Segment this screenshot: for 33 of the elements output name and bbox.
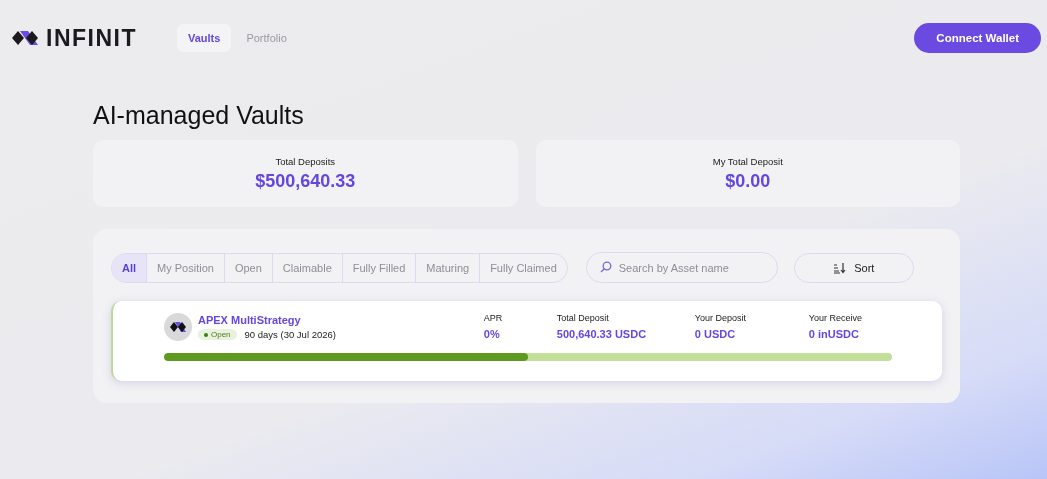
stat-value: $500,640.33 bbox=[255, 170, 356, 192]
metric-label: APR bbox=[483, 313, 504, 323]
filter-tab[interactable]: All bbox=[112, 253, 147, 282]
metric-label: Your Deposit bbox=[694, 313, 747, 323]
metric-label: Total Deposit bbox=[556, 313, 610, 323]
metric-value: 500,640.33 USDC bbox=[556, 328, 648, 340]
logo-icon bbox=[10, 28, 40, 48]
stat-label: Total Deposits bbox=[275, 155, 336, 167]
metric-label: Your Receive bbox=[808, 313, 862, 323]
status-badge: Open bbox=[198, 329, 237, 340]
filter-tab[interactable]: Open bbox=[223, 253, 272, 282]
search-field[interactable]: Search by Asset name bbox=[585, 252, 778, 283]
search-icon bbox=[599, 261, 612, 273]
vault-name: APEX MultiStrategy bbox=[198, 314, 302, 326]
vault-term: 90 days (30 Jul 2026) bbox=[244, 329, 336, 340]
filter-tab[interactable]: My Position bbox=[146, 253, 224, 282]
stat-value: $0.00 bbox=[725, 170, 771, 192]
vault-card[interactable]: APEX MultiStrategy Open 90 days (30 Jul 2026) APR 0% Total Deposit 500,640.33 USDC Your Deposit 0 USDC Your Receive 0 inUSDC bbox=[111, 301, 942, 381]
filter-tab[interactable]: Fully Claimed bbox=[479, 253, 567, 282]
nav-tab[interactable]: Vaults bbox=[177, 24, 232, 52]
vault-logo-icon bbox=[164, 313, 192, 341]
sort-icon bbox=[833, 261, 847, 274]
page-title: AI-managed Vaults bbox=[93, 101, 305, 130]
filter-tab[interactable]: Claimable bbox=[271, 253, 342, 282]
metric-value: 0% bbox=[483, 328, 501, 340]
filter-tab[interactable]: Maturing bbox=[415, 253, 480, 282]
brand-name: INFINIT bbox=[46, 24, 137, 52]
filter-tab[interactable]: Fully Filled bbox=[341, 253, 416, 282]
stat-label: My Total Deposit bbox=[712, 155, 783, 167]
metric-value: 0 inUSDC bbox=[808, 328, 860, 340]
metric-value: 0 USDC bbox=[694, 328, 737, 340]
nav-tab[interactable]: Portfolio bbox=[235, 24, 298, 52]
connect-wallet-button[interactable]: Connect Wallet bbox=[914, 23, 1041, 53]
